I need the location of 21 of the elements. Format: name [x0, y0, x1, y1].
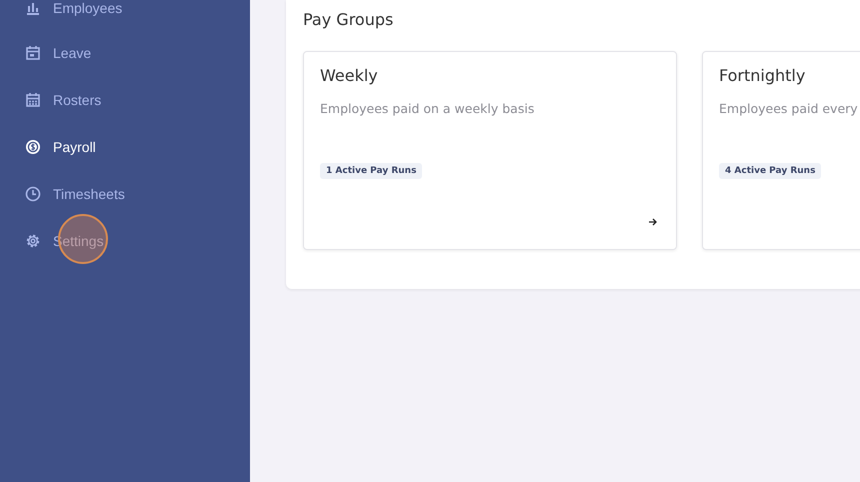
sidebar-item[interactable]: Timesheets — [0, 170, 250, 217]
arrow-right-icon[interactable] — [648, 217, 658, 227]
card-title: Fortnightly — [719, 66, 806, 85]
card-description: Employees paid on a weekly basis — [320, 101, 536, 116]
section-title: Pay Groups — [303, 10, 394, 29]
calendar-icon — [25, 92, 41, 108]
pay-runs-badge: 4 Active Pay Runs — [719, 163, 822, 179]
card-description: Employees paid every — [719, 101, 859, 116]
sidebar-item[interactable]: Rosters — [0, 76, 250, 123]
pay-group-card[interactable]: Weekly Employees paid on a weekly basis 1 Active Pay Runs — [303, 51, 677, 250]
chart-icon — [25, 0, 41, 16]
dollar-icon — [25, 138, 41, 154]
pay-runs-badge: 1 Active Pay Runs — [320, 163, 422, 179]
settings-icon — [25, 232, 41, 248]
clock-icon — [25, 186, 41, 202]
calendar-icon — [25, 44, 41, 60]
pay-group-card[interactable]: Fortnightly Employees paid every 4 Active Pay Runs — [702, 51, 860, 250]
sidebar-item[interactable]: Employees — [0, 0, 250, 19]
sidebar-item[interactable]: Payroll — [0, 123, 250, 170]
sidebar-item[interactable]: Leave — [0, 29, 250, 76]
card-title: Weekly — [320, 66, 379, 85]
